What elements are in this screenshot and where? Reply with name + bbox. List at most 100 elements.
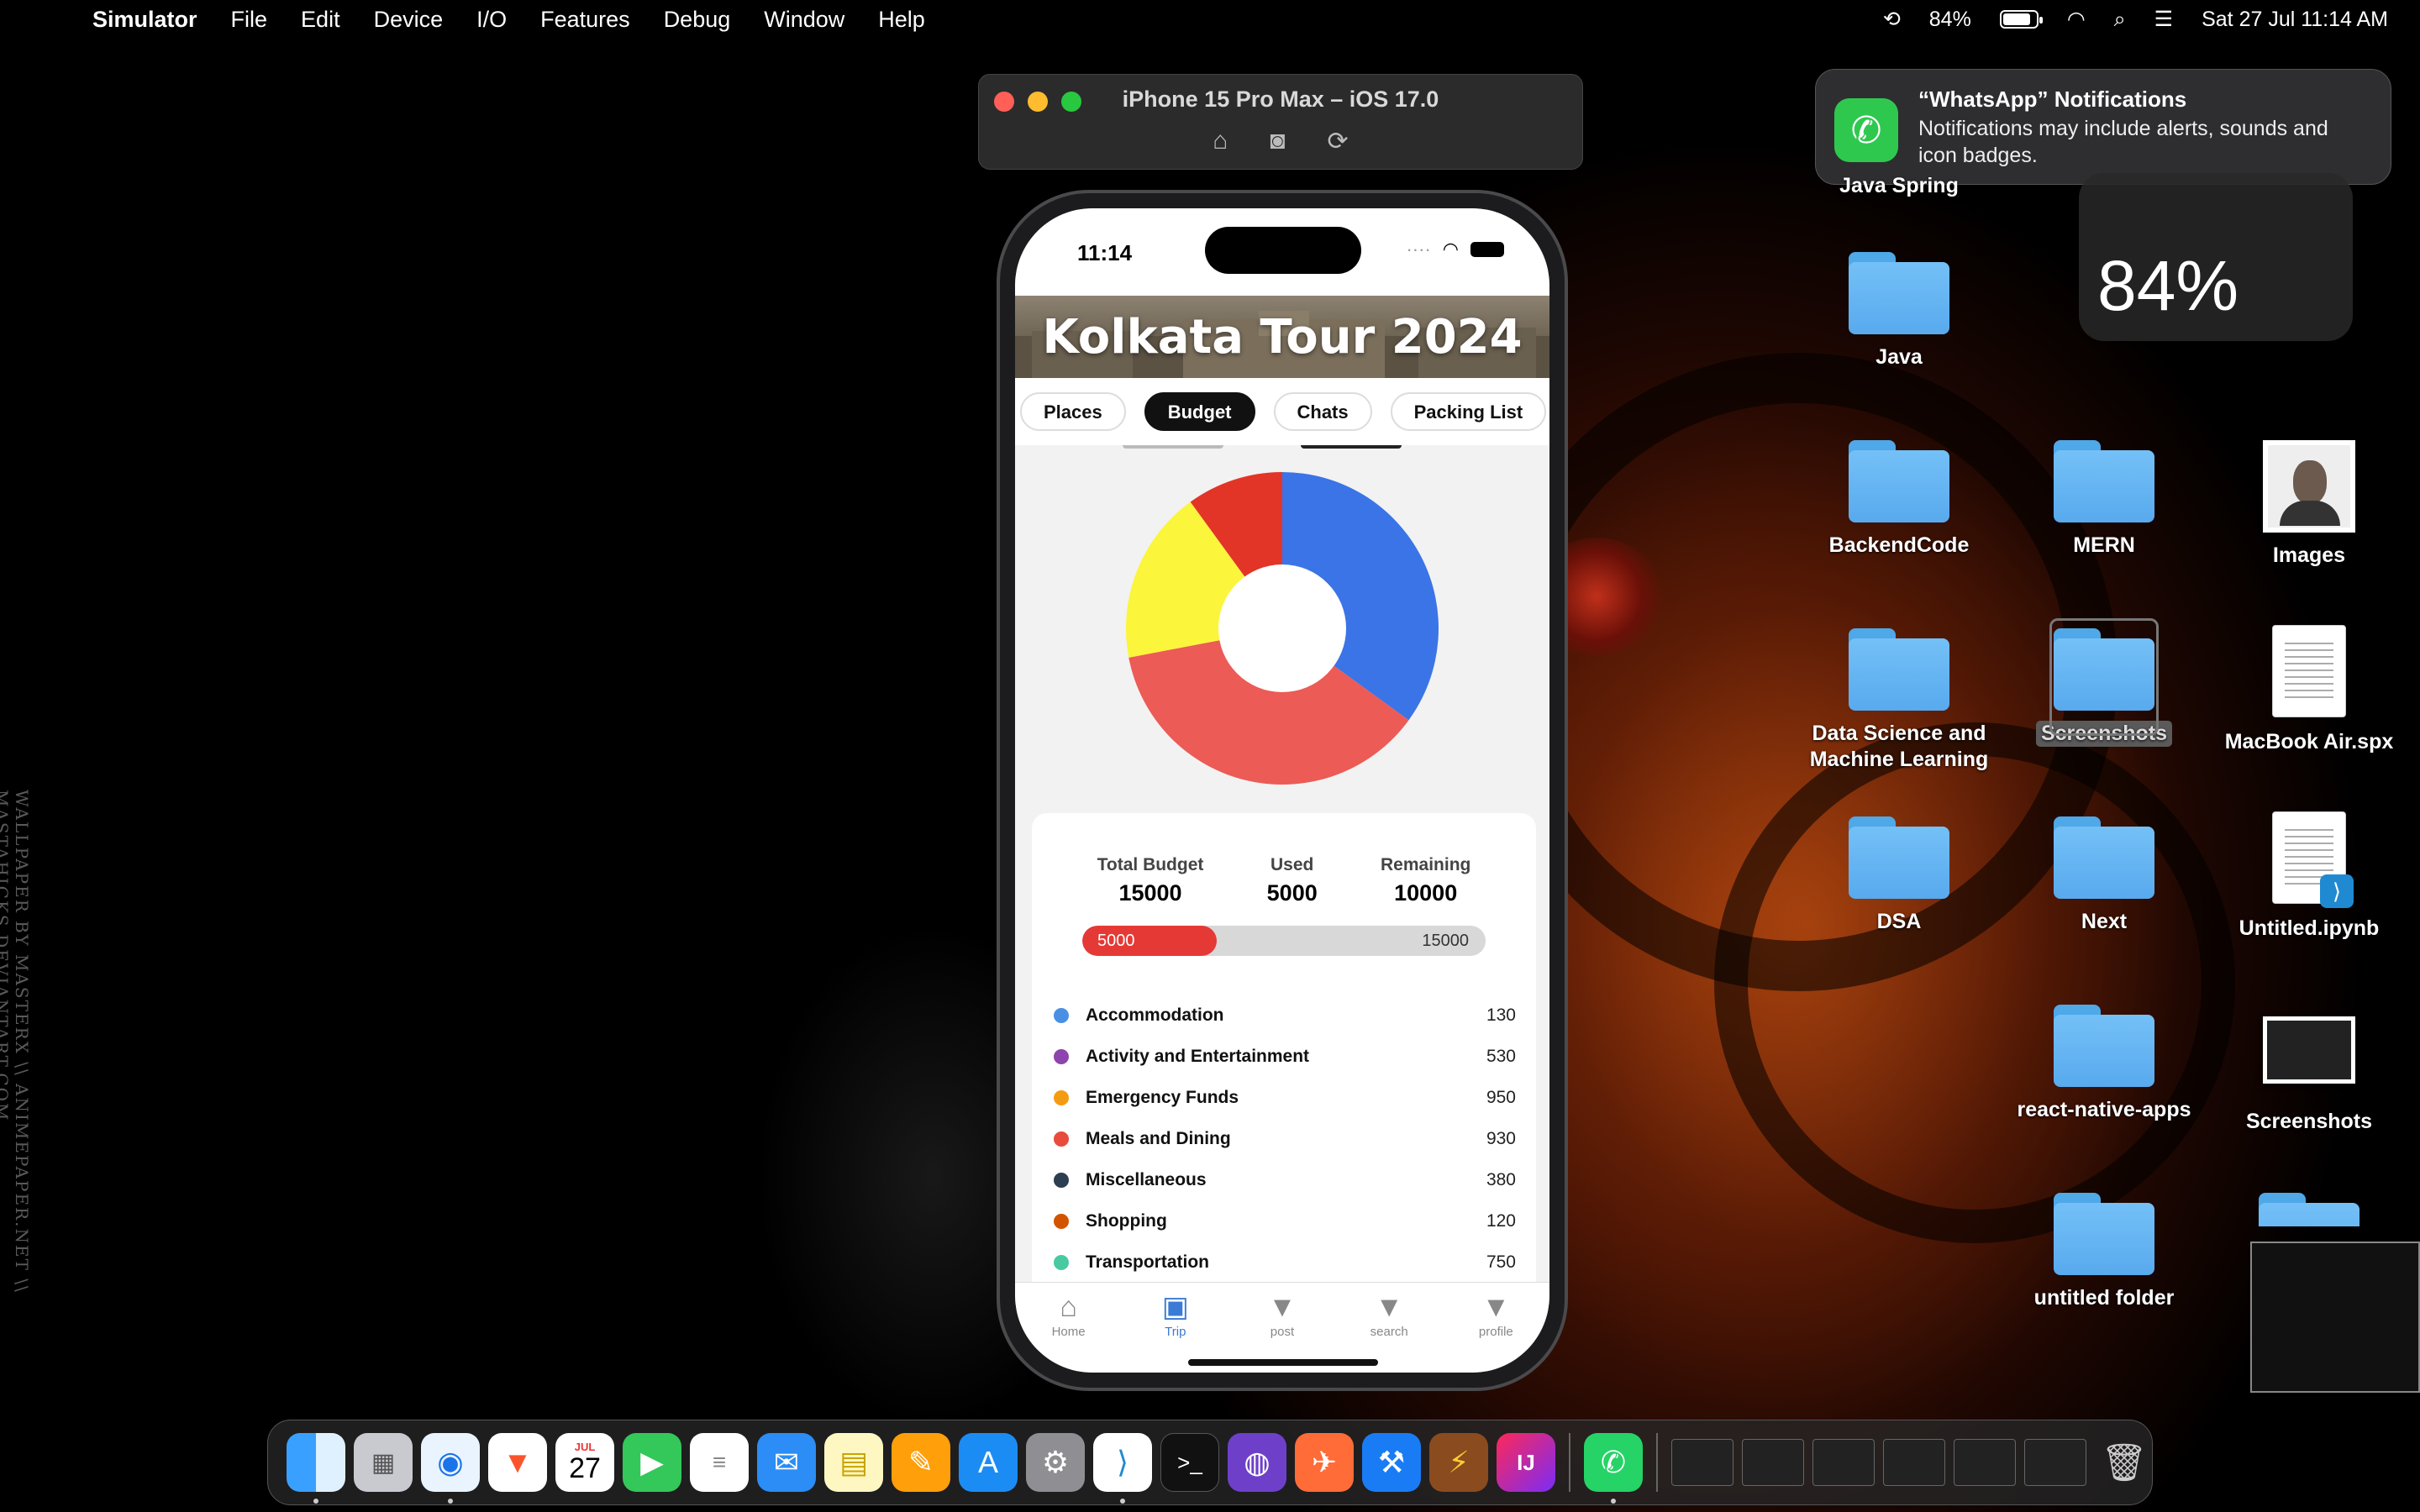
category-color-dot — [1054, 1172, 1069, 1188]
desktop-file-images[interactable]: Images — [2208, 440, 2410, 569]
launchpad-icon[interactable]: ▦ — [354, 1433, 413, 1492]
tab-chats[interactable]: Chats — [1273, 392, 1372, 431]
calendar-icon[interactable]: JUL 27 — [555, 1433, 614, 1492]
menu-edit[interactable]: Edit — [301, 7, 340, 33]
donut-hole — [1218, 564, 1346, 692]
control-center-icon[interactable]: ☰ — [2154, 7, 2173, 32]
minimized-window[interactable] — [1742, 1439, 1804, 1486]
battery-percent[interactable]: 84% — [1929, 8, 1971, 32]
total-budget-label: Total Budget — [1097, 855, 1204, 874]
screenshot-preview-thumbnail[interactable] — [2250, 1242, 2420, 1393]
triangle-down-icon: ▼ — [1481, 1291, 1511, 1323]
pages-icon[interactable]: ✎ — [892, 1433, 950, 1492]
tab-places[interactable]: Places — [1020, 392, 1126, 431]
expense-category-row[interactable]: Activity and Entertainment 530 — [1054, 1036, 1516, 1077]
expense-category-row[interactable]: Miscellaneous 380 — [1054, 1159, 1516, 1200]
menu-clock[interactable]: Sat 27 Jul 11:14 AM — [2202, 8, 2388, 32]
reminders-icon[interactable]: ≡ — [690, 1433, 749, 1492]
menu-device[interactable]: Device — [374, 7, 444, 33]
category-name: Shopping — [1086, 1210, 1167, 1231]
desktop-item-label: Data Science and Machine Learning — [1809, 722, 1989, 771]
desktop-folder-dsa[interactable]: DSA — [1798, 816, 2000, 935]
battery-widget[interactable]: 84% — [2079, 173, 2353, 341]
battery-icon[interactable] — [1999, 10, 2043, 29]
terminal-icon[interactable]: >_ — [1160, 1433, 1219, 1492]
desktop-folder-next[interactable]: Next — [2003, 816, 2205, 935]
desktop-folder-react-native-apps[interactable]: react-native-apps — [2003, 1005, 2205, 1123]
category-amount: 750 — [1486, 1252, 1516, 1272]
phone-screen: 11:14 ···· ◠ Kolkata Tour 2024 Places Bu… — [1015, 208, 1549, 1373]
menu-file[interactable]: File — [231, 7, 268, 33]
menu-window[interactable]: Window — [764, 7, 844, 33]
desktop-folder-untitled[interactable]: untitled folder — [2003, 1193, 2205, 1311]
desktop-folder-partial[interactable] — [2208, 1193, 2410, 1226]
whatsapp-notification[interactable]: ✆ “WhatsApp” Notifications Notifications… — [1815, 69, 2391, 185]
safari-icon[interactable]: ◉ — [421, 1433, 480, 1504]
tab-budget[interactable]: Budget — [1144, 392, 1255, 431]
rotate-icon[interactable]: ⟳ — [1328, 127, 1349, 156]
mail-icon[interactable]: ✉ — [757, 1433, 816, 1492]
reeder-icon[interactable]: ⚡ — [1429, 1433, 1488, 1492]
expense-category-row[interactable]: Shopping 120 — [1054, 1200, 1516, 1242]
xcode-icon[interactable]: ⚒ — [1362, 1433, 1421, 1492]
total-budget-stat: Total Budget 15000 — [1097, 855, 1204, 906]
desktop-folder-data-science[interactable]: Data Science and Machine Learning — [1798, 628, 2000, 773]
wifi-icon[interactable]: ◠ — [2067, 7, 2086, 32]
desktop-file-screenshots[interactable]: Screenshots — [2208, 1016, 2410, 1135]
minimized-window[interactable] — [1954, 1439, 2016, 1486]
tab-packing-list[interactable]: Packing List — [1390, 392, 1547, 431]
menu-features[interactable]: Features — [540, 7, 630, 33]
brave-icon[interactable]: ▼ — [488, 1433, 547, 1492]
facetime-icon[interactable]: ▶ — [623, 1433, 681, 1492]
minimized-window[interactable] — [1671, 1439, 1733, 1486]
postman-icon[interactable]: ✈ — [1295, 1433, 1354, 1492]
desktop-folder-java[interactable]: Java — [1798, 252, 2000, 370]
expense-category-row[interactable]: Transportation 750 — [1054, 1242, 1516, 1282]
desktop-file-macbook-spx[interactable]: MacBook Air.spx — [2208, 625, 2410, 755]
folder-icon — [2054, 1193, 2154, 1275]
expense-category-row[interactable]: Meals and Dining 930 — [1054, 1118, 1516, 1159]
category-color-dot — [1054, 1254, 1069, 1270]
desktop-folder-backendcode[interactable]: BackendCode — [1798, 440, 2000, 559]
desktop-folder-screenshots[interactable]: Screenshots — [2003, 618, 2205, 747]
github-desktop-icon[interactable]: ◍ — [1228, 1433, 1286, 1492]
app-store-icon[interactable]: A — [959, 1433, 1018, 1492]
vscode-icon[interactable]: ⟩ — [1093, 1433, 1152, 1504]
calendar-day: 27 — [569, 1452, 601, 1484]
desktop-file-untitled-ipynb[interactable]: ⟩ Untitled.ipynb — [2208, 811, 2410, 942]
budget-content[interactable]: Total Budget 15000 Used 5000 Remaining 1… — [1015, 445, 1549, 1282]
expense-category-row[interactable]: Emergency Funds 950 — [1054, 1077, 1516, 1118]
screenshot-icon[interactable]: ◙ — [1270, 127, 1285, 156]
category-amount: 120 — [1486, 1210, 1516, 1231]
minimized-window[interactable] — [1883, 1439, 1945, 1486]
tab-profile[interactable]: ▼ profile — [1454, 1289, 1538, 1373]
intellij-icon[interactable]: IJ — [1497, 1433, 1555, 1492]
tab-home-label: Home — [1051, 1325, 1086, 1339]
home-icon[interactable]: ⌂ — [1213, 127, 1228, 156]
time-machine-icon[interactable]: ⟲ — [1883, 7, 1901, 32]
expense-category-row[interactable]: Accommodation 130 — [1054, 995, 1516, 1036]
category-amount: 380 — [1486, 1169, 1516, 1189]
menu-io[interactable]: I/O — [476, 7, 507, 33]
finder-icon[interactable] — [287, 1433, 345, 1504]
menu-app-name[interactable]: Simulator — [92, 7, 197, 33]
desktop-item-java-spring[interactable]: Java Spring — [1798, 173, 2000, 199]
system-settings-icon[interactable]: ⚙ — [1026, 1433, 1085, 1492]
minimized-window[interactable] — [1812, 1439, 1875, 1486]
category-name: Accommodation — [1086, 1005, 1224, 1025]
whatsapp-icon[interactable]: ✆ — [1584, 1433, 1643, 1504]
minimized-window[interactable] — [2024, 1439, 2086, 1486]
expense-category-list: Accommodation 130 Activity and Entertainme… — [1054, 995, 1516, 1282]
trash-icon[interactable]: 🗑 — [2095, 1433, 2154, 1492]
tab-home[interactable]: ⌂ Home — [1027, 1289, 1111, 1373]
menu-debug[interactable]: Debug — [664, 7, 731, 33]
home-indicator[interactable] — [1188, 1359, 1378, 1366]
desktop-folder-mern[interactable]: MERN — [2003, 440, 2205, 559]
folder-icon — [2054, 816, 2154, 899]
notes-icon[interactable]: ▤ — [824, 1433, 883, 1492]
search-icon[interactable]: ⌕ — [2114, 8, 2126, 32]
dynamic-island — [1205, 227, 1361, 274]
category-amount: 930 — [1486, 1128, 1516, 1148]
menu-help[interactable]: Help — [878, 7, 925, 33]
dock-separator — [1569, 1433, 1570, 1492]
